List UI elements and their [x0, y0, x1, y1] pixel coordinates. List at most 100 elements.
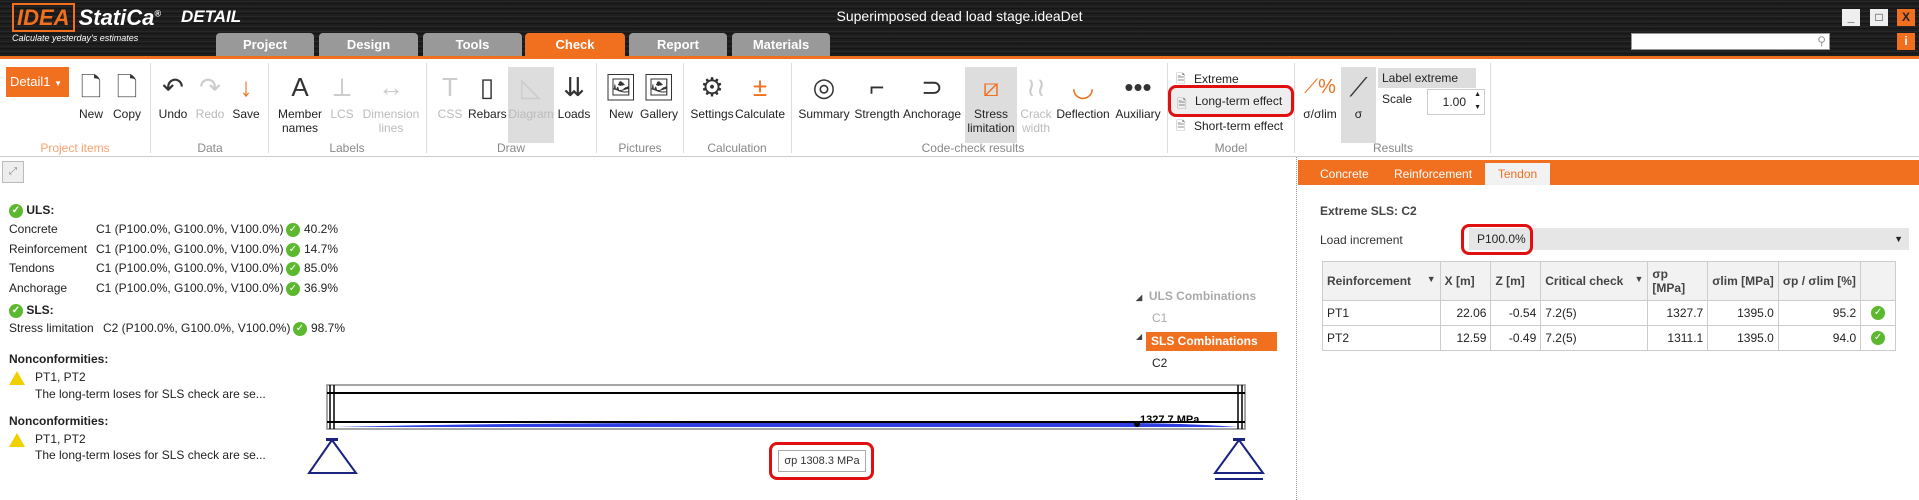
member-names-button[interactable]: A Member names [274, 67, 326, 135]
column-header[interactable]: Z [m] [1490, 261, 1542, 301]
search-icon: ⚲ [1817, 34, 1826, 48]
panel-splitter[interactable] [1296, 157, 1298, 500]
sls-combinations-header[interactable]: SLS Combinations [1146, 332, 1277, 351]
auxiliary-button[interactable]: ••• Auxiliary [1112, 67, 1164, 121]
table-row[interactable]: PT2 12.59 -0.49 7.2(5) 1311.1 1395.0 94.0 ✓ [1322, 325, 1896, 351]
dimension-lines-button[interactable]: ↔ Dimension lines [360, 67, 422, 135]
check-ok-icon: ✓ [286, 262, 300, 276]
new-item-button[interactable]: 🗋 New [76, 67, 106, 121]
crack-width-button[interactable]: ≀≀ Crack width [1019, 67, 1053, 135]
table-cell: 12.59 [1439, 325, 1492, 351]
column-header[interactable]: X [m] [1439, 261, 1492, 301]
column-header[interactable]: Reinforcement ▼ [1322, 261, 1441, 301]
lcs-button[interactable]: ⟂ LCS [328, 67, 356, 121]
filter-icon[interactable]: ▼ [1635, 274, 1644, 284]
gallery-button[interactable]: 🖼 Gallery [640, 67, 678, 121]
info-button[interactable]: i [1897, 33, 1915, 50]
axes-icon: ⟂ [333, 72, 351, 102]
summary-button[interactable]: ◎ Summary [797, 67, 851, 121]
warning-icon [9, 370, 25, 385]
nonconformity-item: PT1, PT2 [9, 370, 86, 385]
tab-tools[interactable]: Tools [423, 33, 522, 56]
panel-title: Extreme SLS: C2 [1320, 204, 1417, 218]
collapse-triangle-icon: ◢ [1136, 332, 1143, 341]
deflection-button[interactable]: ◡ Deflection [1055, 67, 1111, 121]
table-row[interactable]: PT1 22.06 -0.54 7.2(5) 1327.7 1395.0 95.2 ✓ [1322, 300, 1896, 326]
sigma-button[interactable]: ⟋ σ [1341, 67, 1376, 143]
tab-reinforcement[interactable]: Reinforcement [1386, 163, 1480, 185]
table-cell: PT2 [1322, 325, 1441, 351]
label-extreme-toggle[interactable]: Label extreme [1378, 68, 1476, 88]
sigma-ratio-button[interactable]: ⟋% σ/σlim [1300, 67, 1340, 121]
summary-check-icon: ◎ [812, 72, 836, 102]
check-ok-icon: ✓ [1871, 331, 1886, 346]
strength-button[interactable]: ⌐ Strength [852, 67, 902, 121]
slogan: Calculate yesterday's estimates [12, 33, 139, 43]
copy-item-button[interactable]: 🗋 Copy [110, 67, 144, 121]
cross-section-icon: T [442, 72, 458, 102]
dropdown-highlight [1461, 224, 1533, 255]
diagram-button[interactable]: ◺ Diagram [508, 67, 554, 143]
scale-spinner[interactable]: 1.00 ▲ ▼ [1427, 89, 1485, 115]
column-header[interactable]: Critical check ▼ [1540, 261, 1649, 301]
gallery-icon: 🖼 [642, 72, 676, 102]
column-header[interactable] [1860, 261, 1896, 301]
group-label-code-check: Code-check results [921, 141, 1025, 155]
diagram-icon: ◺ [521, 72, 541, 102]
tab-materials[interactable]: Materials [732, 33, 830, 56]
sls-heading: ✓ SLS: [9, 303, 54, 318]
model-short-term-effect[interactable]: 🗎 Short-term effect [1174, 116, 1283, 136]
search-input[interactable]: ⚲ [1631, 33, 1830, 50]
uls-combinations-header[interactable]: ◢ ULS Combinations [1136, 289, 1256, 303]
tab-design[interactable]: Design [319, 33, 418, 56]
column-header[interactable]: σlim [MPa] [1707, 261, 1779, 301]
filter-icon[interactable]: ▼ [1427, 274, 1436, 284]
load-increment-label: Load increment [1320, 233, 1403, 247]
group-divider [426, 63, 427, 153]
project-item-dropdown[interactable]: Detail1 ▼ [6, 67, 69, 97]
column-header[interactable]: σp [MPa] [1647, 261, 1709, 301]
fit-view-button[interactable]: ⤢ [2, 161, 24, 183]
copy-document-icon: 🗋 [116, 72, 138, 102]
nonconformity-text: The long-term loses for SLS check are se… [35, 387, 266, 401]
collapse-triangle-icon: ◢ [1136, 293, 1143, 302]
css-button[interactable]: T CSS [434, 67, 466, 121]
document-icon: 🗎 [1177, 97, 1187, 111]
load-increment-dropdown[interactable]: P100.0% ▼ [1469, 228, 1909, 250]
stress-tooltip: σp 1308.3 MPa [778, 450, 866, 472]
chevron-down-icon: ▼ [1894, 234, 1903, 244]
calculator-icon: ± [752, 72, 768, 102]
strength-icon: ⌐ [869, 72, 885, 102]
minimize-button[interactable]: _ [1842, 9, 1860, 26]
close-button[interactable]: X [1897, 9, 1915, 26]
redo-button[interactable]: ↷ Redo [194, 67, 226, 121]
tab-tendon[interactable]: Tendon [1485, 163, 1550, 185]
table-cell: 1395.0 [1707, 325, 1779, 351]
settings-button[interactable]: ⚙ Settings [689, 67, 735, 121]
maximize-button[interactable]: □ [1870, 9, 1888, 26]
tab-concrete[interactable]: Concrete [1312, 163, 1377, 185]
tab-check[interactable]: Check [525, 33, 625, 56]
combination: C1 (P100.0%, G100.0%, V100.0%) [96, 261, 284, 275]
new-picture-button[interactable]: 🖼 New [604, 67, 638, 121]
rebars-button[interactable]: ▯ Rebars [468, 67, 507, 121]
calculate-button[interactable]: ± Calculate [735, 67, 785, 121]
uls-heading: ✓ ULS: [9, 203, 54, 218]
table-cell: 1395.0 [1707, 300, 1779, 326]
save-button[interactable]: ↓ Save [230, 67, 262, 121]
model-long-term-effect[interactable]: 🗎 Long-term effect [1168, 85, 1294, 117]
column-header[interactable]: σp / σlim [%] [1777, 261, 1862, 301]
anchorage-button[interactable]: ⊃ Anchorage [903, 67, 961, 121]
tab-project[interactable]: Project [216, 33, 314, 56]
undo-button[interactable]: ↶ Undo [156, 67, 190, 121]
check-ok-icon: ✓ [9, 203, 23, 218]
ratio-chart-icon: ⟋% [1304, 76, 1336, 98]
tab-report[interactable]: Report [629, 33, 727, 56]
loads-button[interactable]: ⇊ Loads [556, 67, 592, 121]
combination-c2[interactable]: C2 [1152, 356, 1167, 370]
stress-limitation-button[interactable]: ⧄ Stress limitation [965, 67, 1017, 143]
table-cell: 94.0 [1777, 325, 1862, 351]
left-support-icon [326, 438, 338, 441]
group-divider [596, 63, 597, 153]
combination-c1[interactable]: C1 [1152, 311, 1167, 325]
